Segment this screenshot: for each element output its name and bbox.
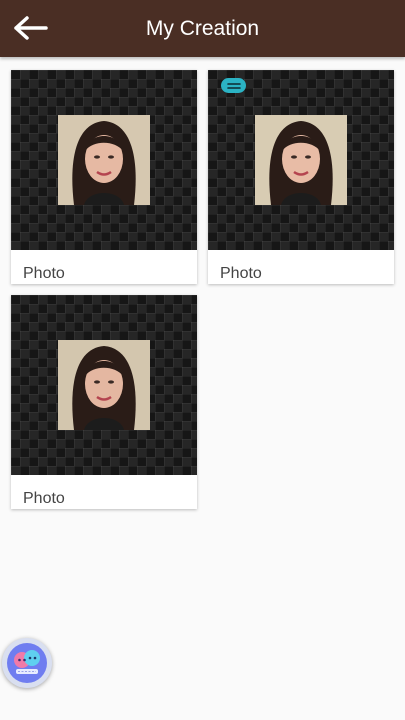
sticker-badge-icon (221, 78, 246, 93)
portrait-image (255, 115, 347, 205)
app-bar: My Creation (0, 0, 405, 57)
creation-thumbnail (11, 295, 197, 475)
page-title: My Creation (145, 17, 260, 40)
creation-card[interactable]: Photo (11, 295, 197, 509)
chat-bubbles-icon (7, 643, 47, 683)
portrait-image (58, 115, 150, 205)
creation-card[interactable]: Photo (208, 70, 394, 284)
creation-label: Photo (23, 490, 65, 507)
portrait-image (58, 340, 150, 430)
creation-label: Photo (220, 265, 262, 282)
creation-label: Photo (23, 265, 65, 282)
creation-thumbnail (11, 70, 197, 250)
creation-thumbnail (208, 70, 394, 250)
floating-chat-button[interactable] (2, 638, 52, 688)
creation-card[interactable]: Photo (11, 70, 197, 284)
